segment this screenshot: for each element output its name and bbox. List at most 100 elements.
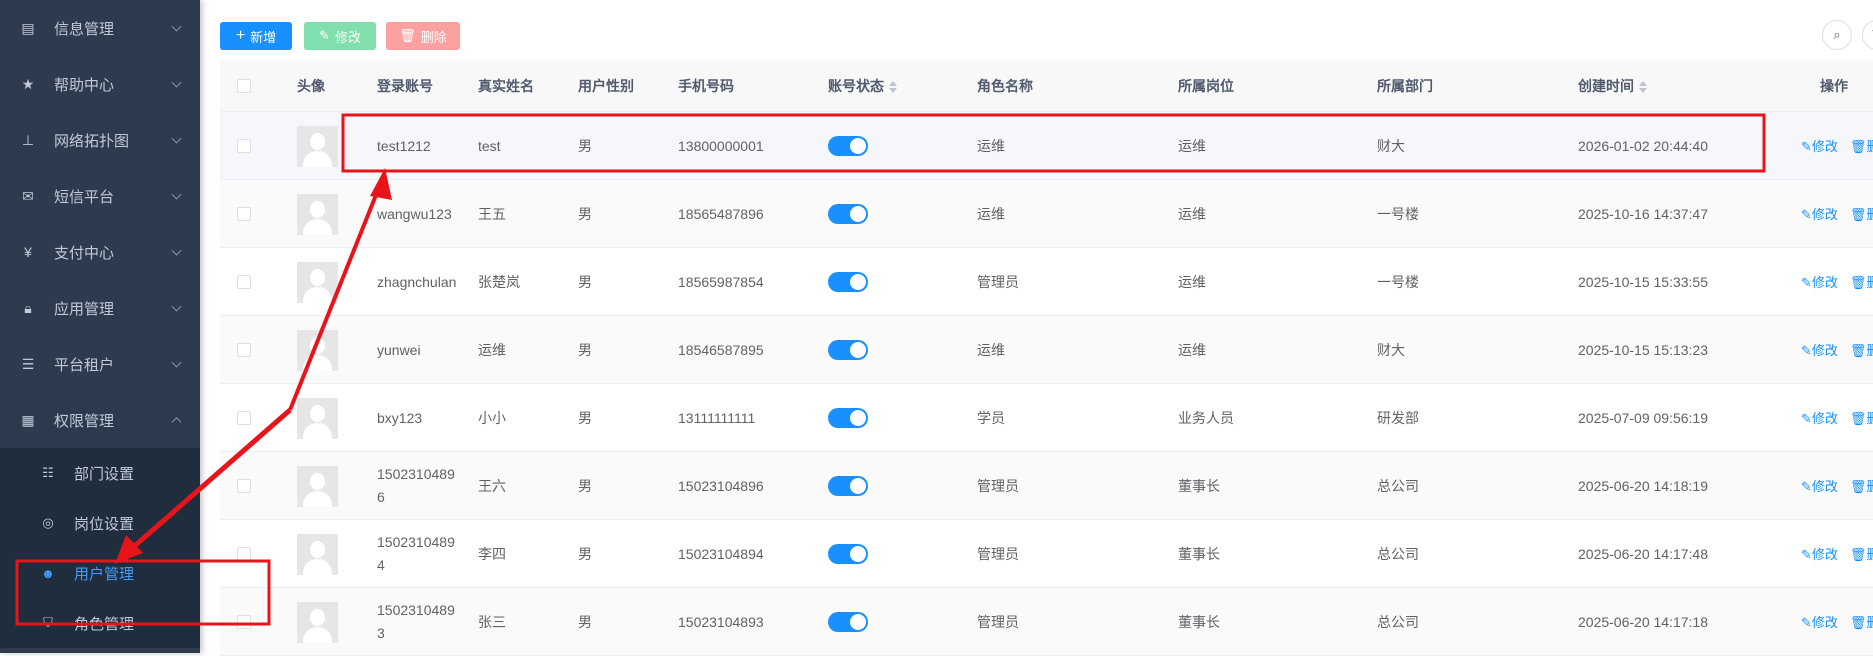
column-header-label: 所属岗位 [1178, 78, 1234, 94]
row-checkbox[interactable] [237, 411, 251, 425]
edit-link-label: 修改 [1811, 342, 1838, 358]
row-delete-link[interactable]: 🗑︎删 [1850, 271, 1873, 294]
row-checkbox[interactable] [237, 207, 251, 221]
status-toggle[interactable] [828, 136, 868, 156]
role-cell: 运维 [977, 137, 1005, 154]
status-toggle[interactable] [828, 476, 868, 496]
name-cell: 张三 [478, 613, 506, 630]
refresh-button[interactable]: ↻ [1862, 20, 1873, 50]
sidebar-item-3[interactable]: ⊥ 网络拓扑图 [0, 112, 200, 168]
column-header-label: 手机号码 [678, 78, 734, 94]
add-button[interactable]: + 新增 [220, 22, 292, 50]
column-header[interactable]: 创建时间 [1578, 60, 1647, 112]
edit-button[interactable]: ✎ 修改 [304, 22, 376, 50]
trash-icon: 🗑︎ [1849, 410, 1867, 426]
row-edit-link[interactable]: ✎修改 [1801, 475, 1838, 498]
edit-link-label: 修改 [1811, 410, 1838, 426]
row-delete-link[interactable]: 🗑︎删 [1850, 407, 1873, 430]
dept-cell: 一号楼 [1377, 205, 1419, 222]
chevron-down-icon [171, 189, 182, 200]
column-header[interactable]: 账号状态 [828, 60, 897, 112]
submenu-item-label: 岗位设置 [74, 515, 135, 533]
gender-cell: 男 [578, 409, 592, 426]
sidebar-item-8[interactable]: ▦ 权限管理 [0, 392, 200, 448]
table-row[interactable]: 15023104894 李四 男 15023104894 管理员 董事长 总公司… [220, 520, 1873, 588]
sidebar-item-7[interactable]: ☰ 平台租户 [0, 336, 200, 392]
column-header-label: 角色名称 [977, 78, 1033, 94]
row-checkbox[interactable] [237, 547, 251, 561]
search-toggle-button[interactable]: ⌕ [1822, 20, 1852, 50]
delete-button[interactable]: 🗑︎ 删除 [386, 22, 460, 50]
table-header: 头像 登录账号 真实姓名 用户性别 手机号码 账号状态 角色名称 所属岗位 所属部门 创建时间 操作 [220, 60, 1873, 112]
status-toggle[interactable] [828, 272, 868, 292]
row-delete-link[interactable]: 🗑︎删 [1850, 543, 1873, 566]
select-all-checkbox[interactable] [237, 79, 251, 93]
sidebar-item-label: 支付中心 [54, 244, 115, 262]
dept-cell: 财大 [1377, 137, 1405, 154]
table-row[interactable]: bxy123 小小 男 13111111111 学员 业务人员 研发部 2025… [220, 384, 1873, 452]
document-icon: ▤ [21, 19, 35, 36]
created-cell: 2025-06-20 14:18:19 [1578, 477, 1708, 494]
status-toggle[interactable] [828, 408, 868, 428]
row-checkbox[interactable] [237, 479, 251, 493]
sort-icon[interactable] [889, 81, 897, 94]
main-content: +新增 ✎修改 🗑︎删除 ⌕ ↻ 头像登录账号真实姓名用户性别手机号码账号状态角… [200, 0, 1873, 656]
avatar [297, 397, 338, 439]
account-cell: bxy123 [377, 409, 423, 426]
name-cell: 小小 [478, 409, 506, 426]
submenu-item-3[interactable]: ☻ 用户管理 [0, 548, 200, 598]
avatar [297, 465, 338, 507]
row-delete-link[interactable]: 🗑︎删 [1850, 475, 1873, 498]
row-edit-link[interactable]: ✎修改 [1801, 611, 1838, 634]
status-toggle[interactable] [828, 544, 868, 564]
row-checkbox[interactable] [237, 343, 251, 357]
status-toggle[interactable] [828, 340, 868, 360]
table-row[interactable]: wangwu123 王五 男 18565487896 运维 运维 一号楼 202… [220, 180, 1873, 248]
search-icon: ⌕ [1833, 27, 1841, 42]
table-row[interactable]: zhagnchulan 张楚岚 男 18565987854 管理员 运维 一号楼… [220, 248, 1873, 316]
row-edit-link[interactable]: ✎修改 [1801, 271, 1838, 294]
submenu-item-4[interactable]: ⛉ 角色管理 [0, 598, 200, 648]
row-checkbox[interactable] [237, 615, 251, 629]
phone-cell: 15023104894 [678, 545, 764, 562]
row-edit-link[interactable]: ✎修改 [1801, 339, 1838, 362]
row-checkbox[interactable] [237, 275, 251, 289]
trash-icon: 🗑︎ [1849, 614, 1867, 630]
table-row[interactable]: test1212 test 男 13800000001 运维 运维 财大 202… [220, 112, 1873, 180]
trash-icon: 🗑︎ [399, 28, 416, 43]
row-delete-link[interactable]: 🗑︎删 [1850, 611, 1873, 634]
row-delete-link[interactable]: 🗑︎删 [1850, 203, 1873, 226]
envelope-icon: ✉ [22, 187, 34, 204]
dept-cell: 总公司 [1377, 477, 1419, 494]
star-icon: ★ [21, 75, 35, 92]
post-cell: 运维 [1178, 341, 1206, 358]
column-header: 真实姓名 [478, 60, 534, 112]
gender-cell: 男 [578, 545, 592, 562]
table-row[interactable]: 15023104893 张三 男 15023104893 管理员 董事长 总公司… [220, 588, 1873, 656]
row-edit-link[interactable]: ✎修改 [1801, 135, 1838, 158]
row-edit-link[interactable]: ✎修改 [1801, 203, 1838, 226]
row-delete-link[interactable]: 🗑︎删 [1850, 339, 1873, 362]
submenu-item-2[interactable]: ◎ 岗位设置 [0, 498, 200, 548]
edit-label: 修改 [334, 29, 361, 45]
row-edit-link[interactable]: ✎修改 [1801, 543, 1838, 566]
status-toggle[interactable] [828, 612, 868, 632]
sidebar-item-1[interactable]: ▤ 信息管理 [0, 0, 200, 56]
trash-icon: 🗑︎ [1849, 138, 1867, 154]
sort-icon[interactable] [1639, 81, 1647, 94]
avatar [297, 193, 338, 235]
row-delete-link[interactable]: 🗑︎删 [1850, 135, 1873, 158]
sidebar-item-6[interactable]: 🔒︎ 应用管理 [0, 280, 200, 336]
status-toggle[interactable] [828, 204, 868, 224]
submenu-item-1[interactable]: ☷ 部门设置 [0, 448, 200, 498]
row-edit-link[interactable]: ✎修改 [1801, 407, 1838, 430]
delete-link-label: 删 [1866, 342, 1873, 358]
sidebar-item-2[interactable]: ★ 帮助中心 [0, 56, 200, 112]
sidebar-item-5[interactable]: ¥ 支付中心 [0, 224, 200, 280]
sidebar-item-4[interactable]: ✉ 短信平台 [0, 168, 200, 224]
column-header: 登录账号 [377, 60, 433, 112]
post-cell: 运维 [1178, 137, 1206, 154]
row-checkbox[interactable] [237, 139, 251, 153]
table-row[interactable]: yunwei 运维 男 18546587895 运维 运维 财大 2025-10… [220, 316, 1873, 384]
table-row[interactable]: 15023104896 王六 男 15023104896 管理员 董事长 总公司… [220, 452, 1873, 520]
